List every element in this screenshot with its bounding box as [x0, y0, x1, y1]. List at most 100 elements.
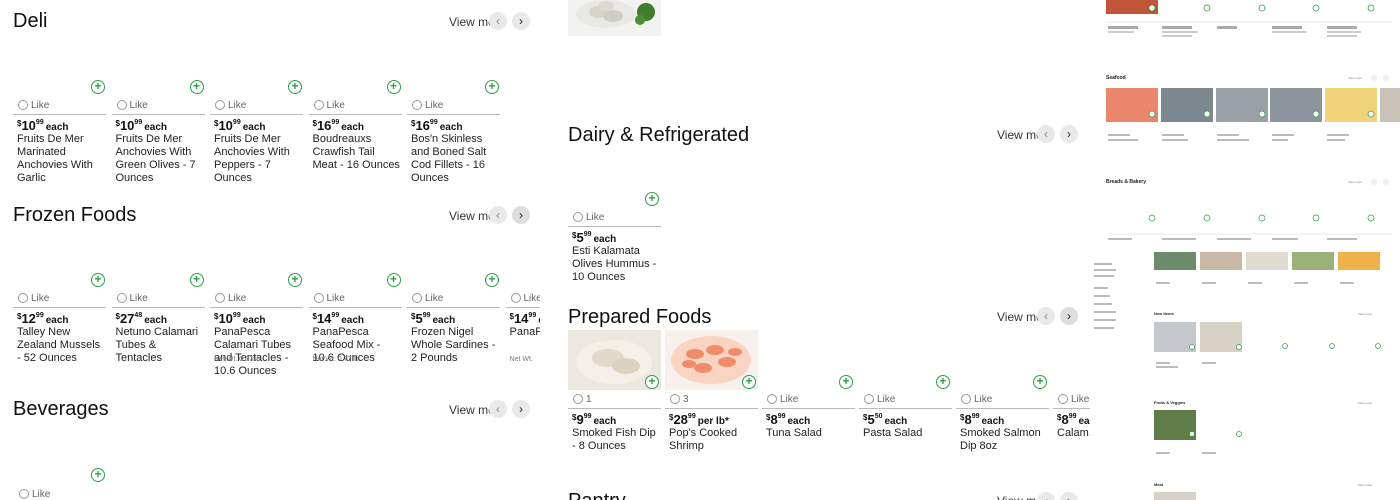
product-name[interactable]: Fruits De Mer Marinated Anchovies With G… [17, 133, 105, 185]
pantry-next-chevron-icon[interactable]: › [1060, 492, 1078, 500]
product-card[interactable]: + Like $1099 each Fruits De Mer Anchovies Wi… [210, 0, 306, 184]
product-price: $999 each [572, 412, 617, 427]
like-button[interactable]: 3 [670, 394, 689, 405]
product-card[interactable]: + Like $899 each Tuna Salad [762, 330, 858, 480]
product-name[interactable]: Esti Kalamata Olives Hummus - 10 Ounces [572, 245, 660, 284]
like-button[interactable]: Like [412, 293, 443, 304]
product-name[interactable]: Talley New Zealand Mussels - 52 Ounces [17, 326, 105, 365]
add-to-cart-button[interactable]: + [485, 80, 499, 94]
product-card[interactable]: +Like$899eachCalam... [1053, 330, 1090, 480]
heart-icon [215, 100, 225, 110]
heart-icon [18, 100, 28, 110]
add-to-cart-button[interactable]: + [288, 273, 302, 287]
like-button[interactable]: Like [1058, 394, 1089, 405]
add-to-cart-button[interactable]: + [839, 375, 853, 389]
deli-next-chevron-icon[interactable]: › [512, 12, 530, 30]
product-card[interactable]: + Like $1099 each PanaPesca Calamari Tubes a… [210, 194, 306, 377]
svg-text:Meat: Meat [1154, 482, 1164, 487]
like-button[interactable]: Like [215, 293, 246, 304]
product-name[interactable]: Fruits De Mer Anchovies With Green Olive… [116, 133, 204, 185]
product-name[interactable]: Frozen Nigel Whole Sardines - 2 Pounds [411, 326, 499, 365]
product-card[interactable]: +Like$1499eachPanaP... Mix - 1...Net Wt. [505, 194, 541, 364]
add-to-cart-button[interactable]: + [645, 375, 659, 389]
like-button[interactable]: Like [18, 293, 49, 304]
like-button[interactable]: Like [313, 293, 345, 304]
like-button[interactable]: 1 [573, 394, 592, 405]
product-name[interactable]: PanaP... Mix - 1... [510, 326, 541, 339]
dairy-prev-chevron-icon[interactable]: ‹ [1037, 125, 1055, 143]
product-card[interactable]: + Like $1099 each Fruits De Mer Marinated An… [13, 0, 109, 184]
product-card[interactable]: + Like $550 each Pasta Salad [859, 330, 955, 480]
add-to-cart-button[interactable]: + [189, 273, 204, 287]
add-to-cart-button[interactable]: + [386, 80, 401, 94]
product-name[interactable]: Fruits De Mer Anchovies With Peppers - 7… [214, 133, 302, 185]
product-card[interactable]: + Like $2748 each Netuno Calamari Tubes & Te… [111, 194, 208, 365]
beverages-prev-chevron-icon[interactable]: ‹ [489, 400, 507, 418]
like-button[interactable]: Like [19, 489, 50, 500]
like-button[interactable]: Like [313, 100, 345, 111]
like-button[interactable]: Like [412, 100, 443, 111]
prepared-prev-chevron-icon[interactable]: ‹ [1037, 307, 1055, 325]
product-card[interactable]: + Like $1099 each Fruits De Mer Anchovies Wi… [111, 0, 208, 184]
add-to-cart-button[interactable]: + [1033, 375, 1047, 389]
price-unit: each [432, 315, 456, 326]
price-unit: each [341, 122, 365, 133]
like-button[interactable]: Like [18, 100, 49, 111]
svg-text:View more: View more [1348, 180, 1362, 184]
price-unit: each [593, 416, 617, 427]
product-name[interactable]: Smoked Salmon Dip 8oz [960, 427, 1048, 453]
product-card[interactable]: +3 $2899 per lb* Pop's Cooked Shrimp [665, 330, 761, 480]
product-name[interactable]: Netuno Calamari Tubes & Tentacles [116, 326, 204, 365]
card-divider [505, 307, 540, 308]
like-button[interactable]: Like [116, 293, 148, 304]
product-card[interactable]: + Like $1499 each PanaPesca Seafood Mix - 10… [308, 194, 405, 364]
add-to-cart-button[interactable]: + [742, 375, 756, 389]
product-card[interactable]: + Like $1699 each Bos'n Skinless and Boned S… [407, 0, 503, 184]
price-dollars: 8 [1061, 412, 1069, 427]
product-name[interactable]: PanaPesca Calamari Tubes and Tentacles -… [214, 326, 302, 378]
product-card[interactable]: + Like $1299 each Talley New Zealand Mussels… [13, 194, 109, 364]
heart-icon [767, 394, 777, 404]
card-divider [956, 408, 1049, 409]
product-name[interactable]: Bos'n Skinless and Boned Salt Cod Fillet… [411, 133, 499, 185]
add-to-cart-button[interactable]: + [91, 273, 105, 287]
product-card[interactable]: + Like $899 each Smoked Salmon Dip 8oz [956, 330, 1052, 480]
add-to-cart-button[interactable]: + [189, 80, 204, 94]
add-to-cart-button[interactable]: + [91, 80, 105, 94]
product-name[interactable]: Pasta Salad [863, 427, 951, 440]
product-card[interactable]: + Like $599 each Frozen Nigel Whole Sardines… [407, 194, 503, 364]
beverages-next-chevron-icon[interactable]: › [512, 400, 530, 418]
like-button[interactable]: Like [116, 100, 148, 111]
product-price: $599 each [572, 230, 617, 245]
product-name[interactable]: Pop's Cooked Shrimp [669, 427, 757, 453]
heart-icon [864, 394, 874, 404]
product-name[interactable]: Tuna Salad [766, 427, 854, 440]
like-button[interactable]: Like [767, 394, 798, 405]
add-to-cart-button[interactable]: + [645, 192, 659, 206]
add-to-cart-button[interactable]: + [936, 375, 950, 389]
product-name[interactable]: Calam... [1057, 427, 1090, 440]
add-to-cart-button[interactable]: + [485, 273, 499, 287]
add-to-cart-button[interactable]: + [288, 80, 302, 94]
product-card[interactable]: + Like $599 each Esti Kalamata Olives Hummus… [568, 118, 664, 283]
price-dollars: 28 [673, 412, 688, 427]
like-button[interactable]: Like [215, 100, 246, 111]
product-card[interactable]: +1 $999 each Smoked Fish Dip - 8 Ounces [568, 330, 664, 480]
product-name[interactable]: Boudreauxs Crawfish Tail Meat - 16 Ounce… [313, 133, 401, 172]
page-preview-graphic: Seafood View more Breads & Bakery View m… [1094, 0, 1400, 500]
add-to-cart-button[interactable]: + [386, 273, 401, 287]
add-to-cart-button[interactable]: + [91, 468, 105, 482]
like-button[interactable]: Like [961, 394, 992, 405]
price-dollars: 5 [867, 412, 875, 427]
like-button[interactable]: Like [510, 293, 540, 304]
like-button[interactable]: Like [864, 394, 895, 405]
product-card[interactable]: + Like $1699 each Boudreauxs Crawfish Tail M… [308, 0, 405, 172]
like-button[interactable]: Like [573, 212, 604, 223]
price-cents: 99 [134, 119, 143, 126]
price-cents: 99 [583, 413, 592, 420]
prepared-next-chevron-icon[interactable]: › [1060, 307, 1078, 325]
card-divider [1053, 408, 1090, 409]
svg-text:New Items: New Items [1154, 311, 1175, 316]
dairy-next-chevron-icon[interactable]: › [1060, 125, 1078, 143]
product-name[interactable]: Smoked Fish Dip - 8 Ounces [572, 427, 660, 453]
